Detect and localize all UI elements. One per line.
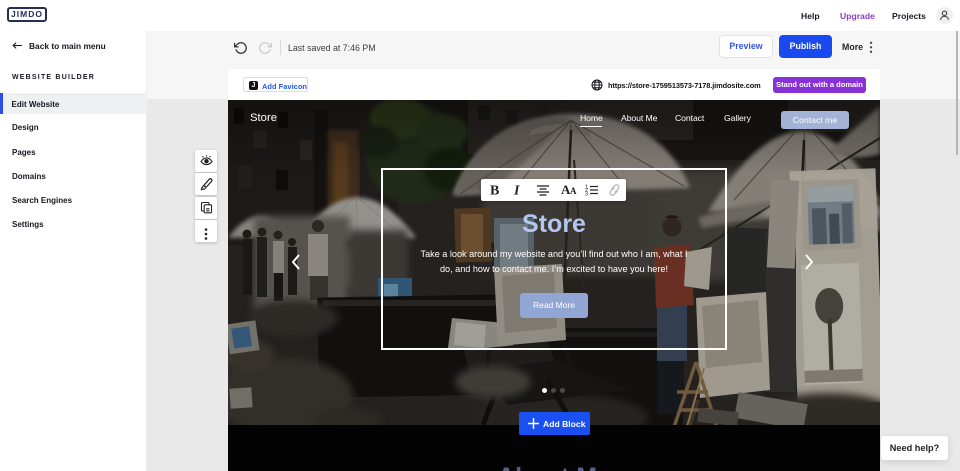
svg-text:B: B — [490, 184, 499, 199]
svg-text:A: A — [570, 186, 577, 196]
svg-text:3: 3 — [585, 192, 588, 198]
svg-text:I: I — [513, 184, 520, 199]
